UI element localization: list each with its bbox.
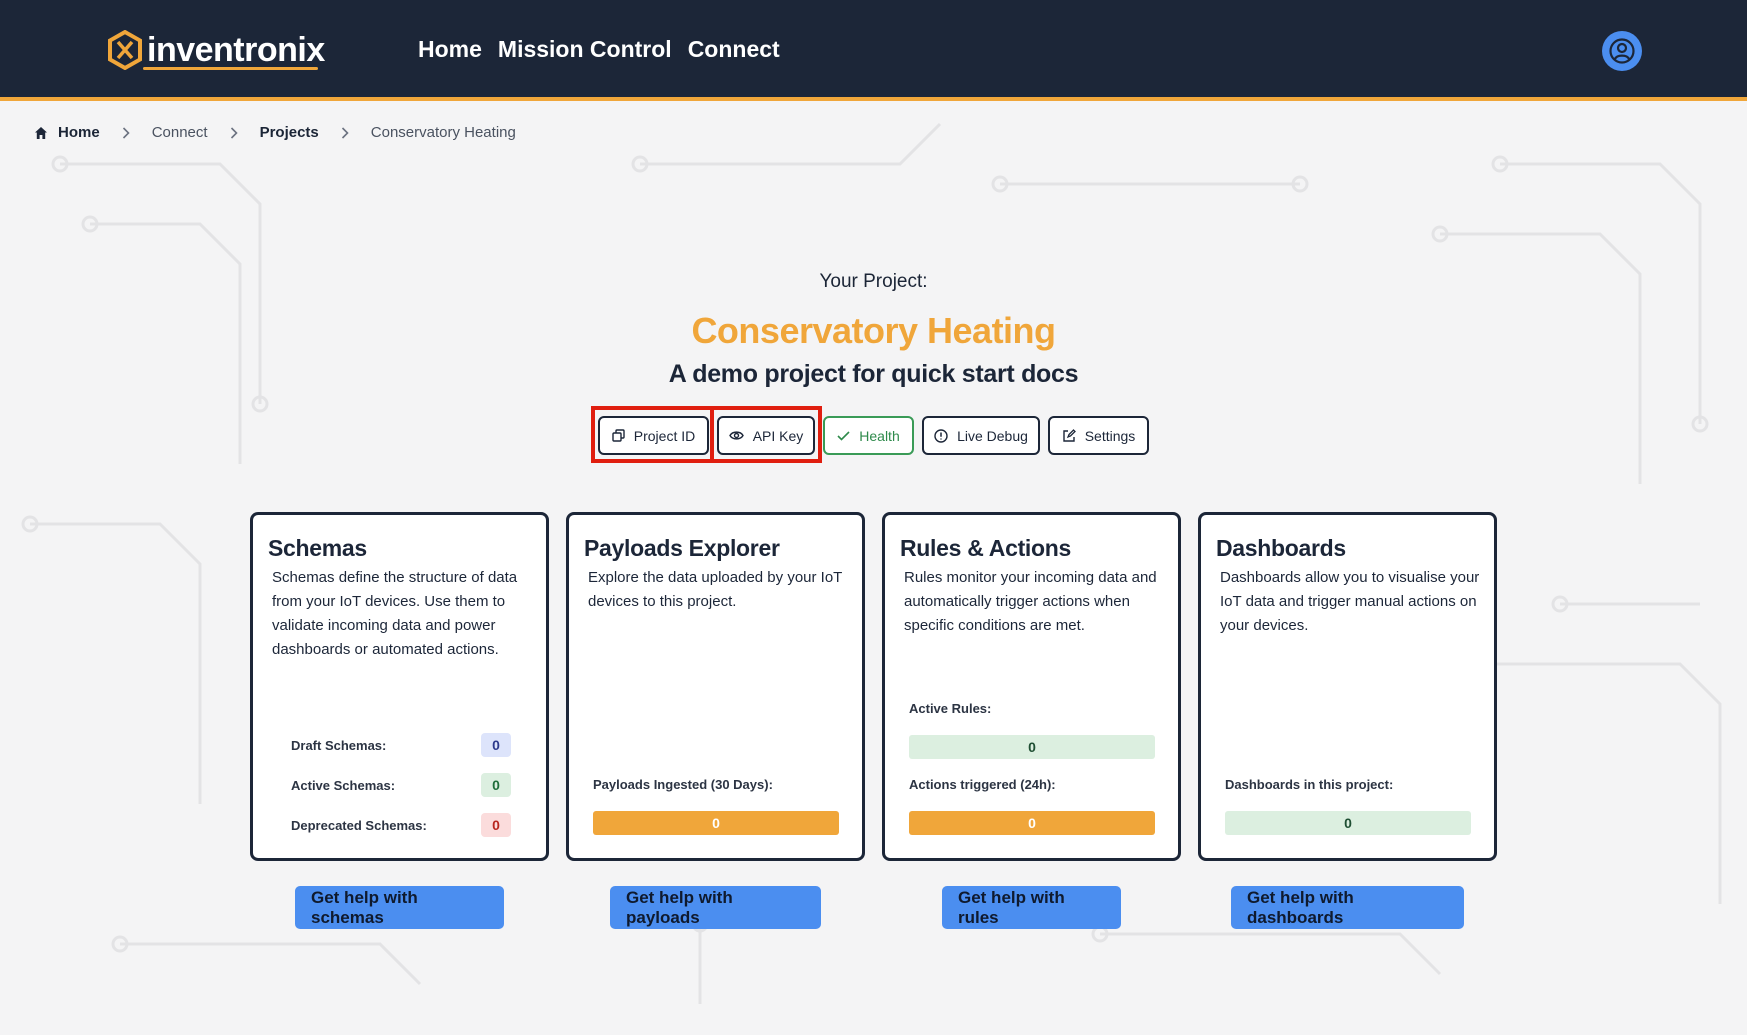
stat-active-schemas: Active Schemas: 0 <box>291 773 511 797</box>
chevron-right-icon <box>230 126 238 139</box>
check-icon <box>837 430 850 441</box>
card-description: Explore the data uploaded by your IoT de… <box>588 569 843 610</box>
count-badge: 0 <box>481 773 511 797</box>
breadcrumb-connect[interactable]: Connect <box>152 124 208 141</box>
top-navbar: inventronix Home Mission Control Connect <box>0 0 1747 101</box>
logo[interactable]: inventronix <box>107 30 325 70</box>
project-label: Your Project: <box>819 271 928 292</box>
card-title: Schemas <box>268 535 367 561</box>
dashboards-card[interactable]: Dashboards Dashboards allow you to visua… <box>1198 512 1497 861</box>
stat-label: Deprecated Schemas: <box>291 817 427 833</box>
project-title: Conservatory Heating <box>691 310 1056 351</box>
stat-label: Draft Schemas: <box>291 737 387 753</box>
user-icon <box>1609 38 1635 64</box>
card-title: Dashboards <box>1216 535 1346 561</box>
help-payloads-button[interactable]: Get help with payloads <box>610 886 821 929</box>
help-dashboards-button[interactable]: Get help with dashboards <box>1231 886 1464 929</box>
project-id-button[interactable]: Project ID <box>598 416 709 455</box>
nav-home[interactable]: Home <box>418 36 482 63</box>
copy-icon <box>612 429 625 442</box>
card-title: Rules & Actions <box>900 535 1072 561</box>
card-description: Dashboards allow you to visualise your I… <box>1220 569 1480 634</box>
payloads-count-bar: 0 <box>593 811 839 835</box>
payloads-card[interactable]: Payloads Explorer Explore the data uploa… <box>566 512 865 861</box>
schemas-card[interactable]: Schemas Schemas define the structure of … <box>250 512 549 861</box>
logo-text: inventronix <box>147 31 325 69</box>
card-title: Payloads Explorer <box>584 535 780 561</box>
count-badge: 0 <box>481 733 511 757</box>
user-avatar[interactable] <box>1602 31 1642 71</box>
active-rules-bar: 0 <box>909 735 1155 759</box>
breadcrumb: Home Connect Projects Conservatory Heati… <box>34 124 516 141</box>
rules-card[interactable]: Rules & Actions Rules monitor your incom… <box>882 512 1181 861</box>
logo-underline <box>143 67 318 70</box>
stat-label: Active Schemas: <box>291 777 396 793</box>
breadcrumb-projects[interactable]: Projects <box>260 124 319 141</box>
chevron-right-icon <box>122 126 130 139</box>
health-button[interactable]: Health <box>823 416 914 455</box>
help-rules-button[interactable]: Get help with rules <box>942 886 1121 929</box>
home-icon <box>35 126 47 139</box>
nav-connect[interactable]: Connect <box>688 36 780 63</box>
stat-draft-schemas: Draft Schemas: 0 <box>291 733 511 757</box>
chevron-right-icon <box>341 126 349 139</box>
metric-label: Payloads Ingested (30 Days): <box>593 777 773 792</box>
project-actions: Project ID API Key Health Live Debug Set… <box>0 416 1747 456</box>
metric-label: Active Rules: <box>909 701 992 716</box>
main-nav: Home Mission Control Connect <box>418 36 780 63</box>
stat-deprecated-schemas: Deprecated Schemas: 0 <box>291 813 511 837</box>
eye-icon <box>728 431 744 440</box>
logo-hexagon-icon <box>108 30 142 70</box>
actions-triggered-bar: 0 <box>909 811 1155 835</box>
metric-label: Actions triggered (24h): <box>909 777 1056 792</box>
card-description: Rules monitor your incoming data and aut… <box>904 569 1157 634</box>
info-icon <box>934 428 948 443</box>
card-description: Schemas define the structure of data fro… <box>272 569 518 658</box>
api-key-button[interactable]: API Key <box>717 416 815 455</box>
project-description: A demo project for quick start docs <box>668 360 1079 388</box>
live-debug-button[interactable]: Live Debug <box>922 416 1040 455</box>
settings-button[interactable]: Settings <box>1048 416 1149 455</box>
dashboards-count-bar: 0 <box>1225 811 1471 835</box>
edit-icon <box>1063 428 1076 442</box>
count-badge: 0 <box>481 813 511 837</box>
breadcrumb-home[interactable]: Home <box>34 124 100 141</box>
nav-mission-control[interactable]: Mission Control <box>498 36 672 63</box>
help-schemas-button[interactable]: Get help with schemas <box>295 886 504 929</box>
breadcrumb-current: Conservatory Heating <box>370 124 516 141</box>
metric-label: Dashboards in this project: <box>1225 777 1394 792</box>
